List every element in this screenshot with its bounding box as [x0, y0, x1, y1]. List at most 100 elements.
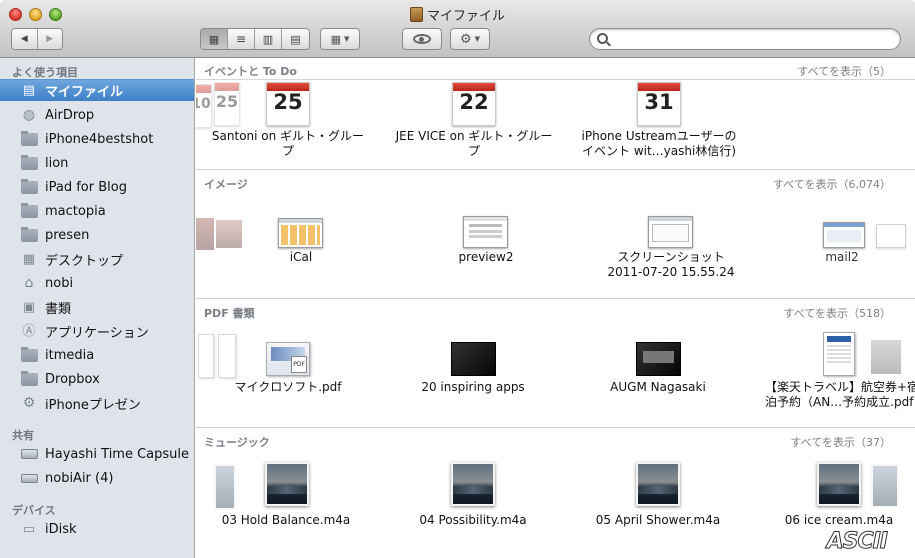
item-title-line2: 2011-07-20 15.55.24 — [607, 265, 735, 279]
sidebar-item-applications[interactable]: Ⓐ アプリケーション — [0, 320, 194, 342]
sidebar-item-desktop[interactable]: ▦ デスクトップ — [0, 248, 194, 270]
pdf-thumbnail — [451, 342, 496, 376]
item-title-line2: 泊予約（AN…予約成立.pdf — [765, 395, 914, 409]
show-all-link[interactable]: すべてを表示（6,074） — [773, 176, 891, 192]
item-title: iCal — [289, 250, 313, 264]
folder-icon — [20, 346, 38, 363]
window-title: マイファイル — [0, 5, 915, 24]
column-view-button[interactable]: ▥ — [255, 29, 282, 49]
laptop-icon — [20, 471, 38, 486]
image-thumbnail — [876, 224, 906, 248]
event-item[interactable]: 31 iPhone Ustreamユーザーの イベント wit…yashi林信行… — [569, 82, 749, 159]
chevron-down-icon: ▼ — [474, 35, 481, 43]
pdf-item[interactable]: 【楽天トラベル】航空券+宿 泊予約（AN…予約成立.pdf — [751, 332, 915, 410]
sidebar-item-label: AirDrop — [45, 107, 95, 123]
action-button[interactable]: ⚙ ▼ — [450, 28, 490, 50]
arrange-button[interactable]: ▦ ▼ — [320, 28, 360, 50]
item-title: 20 inspiring apps — [421, 380, 525, 394]
search-input[interactable] — [612, 31, 892, 47]
image-thumbnail — [823, 222, 865, 248]
pdf-item[interactable]: 20 inspiring apps — [383, 342, 563, 395]
list-view-button[interactable]: ≡ — [228, 29, 255, 49]
sidebar-item-label: iDisk — [45, 521, 77, 537]
item-title: Santoni on ギルト・グルー — [211, 129, 365, 143]
back-button[interactable]: ◀ — [12, 29, 38, 49]
item-title: preview2 — [458, 250, 514, 264]
item-title: 03 Hold Balance.m4a — [221, 513, 351, 527]
toolbar: マイファイル ◀ ▶ ▦ ≡ ▥ ▤ ▦ ▼ ⚙ ▼ — [0, 0, 915, 58]
image-item[interactable]: スクリーンショット 2011-07-20 15.55.24 — [581, 216, 761, 280]
calendar-icon: 22 — [452, 82, 496, 126]
music-item[interactable]: 03 Hold Balance.m4a — [196, 462, 376, 528]
forward-button[interactable]: ▶ — [37, 29, 62, 49]
coverflow-view-icon: ▤ — [290, 32, 301, 46]
finder-window: マイファイル ◀ ▶ ▦ ≡ ▥ ▤ ▦ ▼ ⚙ ▼ よく使う項目 ▤ マイファ… — [0, 0, 915, 558]
section-title: イベントと To Do — [204, 65, 297, 78]
search-field[interactable] — [589, 28, 901, 50]
eye-icon — [413, 34, 431, 44]
image-item[interactable]: mail2 — [752, 216, 915, 265]
item-title-line2: イベント wit…yashi林信行) — [582, 144, 736, 158]
album-art — [817, 462, 861, 506]
section-header-music: ミュージック すべてを表示（37） — [196, 429, 915, 451]
image-item[interactable]: iCal — [211, 216, 391, 265]
pdf-thumbnail — [871, 340, 901, 374]
album-art — [636, 462, 680, 506]
icon-view-button[interactable]: ▦ — [201, 29, 228, 49]
show-all-link[interactable]: すべてを表示（37） — [790, 434, 891, 450]
pdf-item[interactable]: AUGM Nagasaki — [568, 342, 748, 395]
sidebar-item-documents[interactable]: ▣ 書類 — [0, 296, 194, 318]
list-view-icon: ≡ — [235, 32, 247, 46]
item-title-line2: プ — [281, 144, 294, 158]
quick-look-button[interactable] — [402, 28, 442, 50]
sidebar-item-presen[interactable]: presen — [0, 224, 194, 246]
sidebar-item-label: mactopia — [45, 203, 106, 219]
content-area: イベントと To Do すべてを表示（5） 10 25 25 Santoni o… — [196, 58, 915, 558]
image-item[interactable]: preview2 — [396, 216, 576, 265]
album-art — [451, 462, 495, 506]
sidebar-item-label: アプリケーション — [45, 325, 149, 341]
sidebar-item-label: デスクトップ — [45, 253, 124, 269]
sidebar-item-hayashi-time-capsule[interactable]: Hayashi Time Capsule — [0, 443, 194, 465]
sidebar-item-label: マイファイル — [45, 85, 124, 100]
sidebar-item-iphone-presen[interactable]: ⚙ iPhoneプレゼン — [0, 392, 194, 414]
sidebar-item-nobiair[interactable]: nobiAir (4) — [0, 467, 194, 489]
sidebar-item-label: nobiAir (4) — [45, 470, 114, 486]
sidebar-item-label: Hayashi Time Capsule — [45, 446, 190, 462]
sidebar-item-label: presen — [45, 227, 90, 243]
ascii-watermark-logo: ASCII — [826, 529, 888, 555]
item-title-line2: プ — [467, 144, 480, 158]
event-item[interactable]: 22 JEE VICE on ギルト・グルー プ — [384, 82, 564, 159]
sidebar-header-devices: デバイス — [12, 504, 56, 517]
music-item[interactable]: 06 ice cream.m4a — [749, 462, 915, 528]
sidebar-item-lion[interactable]: lion — [0, 152, 194, 174]
item-title: 【楽天トラベル】航空券+宿 — [765, 380, 915, 394]
image-thumbnail — [463, 216, 508, 248]
folder-icon — [20, 130, 38, 147]
pdf-thumbnail: PDF — [266, 342, 310, 376]
section-divider — [196, 169, 915, 170]
pdf-item[interactable]: PDF マイクロソフト.pdf — [198, 342, 378, 395]
sidebar-item-ipad-for-blog[interactable]: iPad for Blog — [0, 176, 194, 198]
all-my-files-icon — [409, 7, 423, 22]
sidebar-item-nobi[interactable]: ⌂ nobi — [0, 272, 194, 294]
music-item[interactable]: 05 April Shower.m4a — [568, 462, 748, 528]
sidebar-header-favorites: よく使う項目 — [12, 66, 78, 79]
sidebar-item-dropbox[interactable]: Dropbox — [0, 368, 194, 390]
sidebar-item-label: Dropbox — [45, 371, 100, 387]
pdf-thumbnail — [636, 342, 681, 376]
sidebar-item-airdrop[interactable]: ◍ AirDrop — [0, 104, 194, 126]
sidebar-item-iphone4bestshot[interactable]: iPhone4bestshot — [0, 128, 194, 150]
show-all-link[interactable]: すべてを表示（5） — [797, 63, 891, 79]
coverflow-view-button[interactable]: ▤ — [282, 29, 309, 49]
item-title: AUGM Nagasaki — [610, 380, 706, 394]
music-item[interactable]: 04 Possibility.m4a — [383, 462, 563, 528]
event-item[interactable]: 25 Santoni on ギルト・グルー プ — [198, 82, 378, 159]
sidebar-item-mactopia[interactable]: mactopia — [0, 200, 194, 222]
sidebar-item-idisk[interactable]: ▭ iDisk — [0, 518, 194, 540]
section-divider — [196, 427, 915, 428]
icon-view-icon: ▦ — [208, 32, 220, 46]
sidebar-item-all-my-files[interactable]: ▤ マイファイル — [0, 79, 194, 101]
show-all-link[interactable]: すべてを表示（518） — [783, 305, 891, 321]
sidebar-item-itmedia[interactable]: itmedia — [0, 344, 194, 366]
